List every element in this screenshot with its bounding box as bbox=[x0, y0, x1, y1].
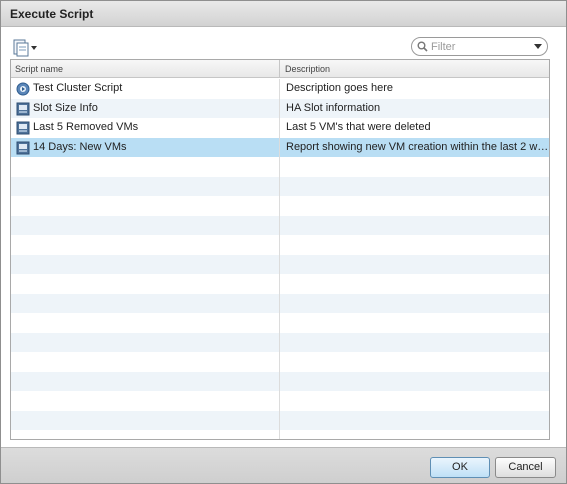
empty-table-row bbox=[11, 274, 549, 294]
script-name-cell: Slot Size Info bbox=[11, 98, 280, 118]
empty-cell bbox=[281, 157, 549, 177]
empty-table-row bbox=[11, 235, 549, 255]
empty-table-row bbox=[11, 430, 549, 439]
table-row[interactable]: Slot Size Info HA Slot information bbox=[11, 98, 549, 118]
empty-table-row bbox=[11, 410, 549, 431]
filter-search-box[interactable] bbox=[411, 37, 548, 56]
empty-cell bbox=[11, 352, 280, 372]
empty-cell bbox=[11, 371, 280, 391]
empty-table-row bbox=[11, 254, 549, 275]
script-add-icon bbox=[13, 39, 37, 57]
empty-table-row bbox=[11, 215, 549, 236]
empty-cell bbox=[281, 411, 549, 431]
empty-cell bbox=[281, 216, 549, 236]
description-cell: Description goes here bbox=[286, 82, 394, 94]
ok-button[interactable]: OK bbox=[430, 457, 490, 478]
new-script-menu-button[interactable] bbox=[12, 39, 40, 57]
empty-table-row bbox=[11, 313, 549, 333]
empty-cell bbox=[11, 254, 280, 274]
empty-cell bbox=[11, 293, 280, 313]
script-name-cell: Last 5 Removed VMs bbox=[11, 118, 280, 138]
empty-table-row bbox=[11, 157, 549, 177]
empty-cell bbox=[11, 157, 280, 177]
scripts-table: Script name Description Test Cluster Scr… bbox=[10, 59, 550, 440]
empty-cell bbox=[281, 352, 549, 372]
empty-cell bbox=[281, 274, 549, 294]
empty-cell bbox=[281, 196, 549, 216]
execute-script-dialog: Execute Script Script name Description T… bbox=[0, 0, 567, 484]
empty-table-row bbox=[11, 196, 549, 216]
table-row[interactable]: Last 5 Removed VMs Last 5 VM's that were … bbox=[11, 118, 549, 138]
empty-cell bbox=[281, 235, 549, 255]
table-body: Test Cluster Script Description goes here… bbox=[11, 79, 549, 439]
empty-cell bbox=[281, 177, 549, 197]
column-header-script-name[interactable]: Script name bbox=[11, 60, 280, 78]
empty-cell bbox=[281, 294, 549, 314]
empty-cell bbox=[281, 430, 549, 439]
empty-cell bbox=[11, 274, 280, 294]
table-header: Script name Description bbox=[11, 60, 549, 78]
empty-table-row bbox=[11, 293, 549, 314]
empty-cell bbox=[281, 255, 549, 275]
empty-cell bbox=[11, 410, 280, 430]
description-cell: Report showing new VM creation within th… bbox=[286, 140, 549, 153]
title-bar[interactable]: Execute Script bbox=[1, 1, 566, 27]
script-name-cell: Test Cluster Script bbox=[11, 79, 280, 99]
empty-cell bbox=[11, 332, 280, 352]
empty-table-row bbox=[11, 391, 549, 411]
description-cell: HA Slot information bbox=[286, 101, 381, 114]
chevron-down-icon[interactable] bbox=[534, 44, 542, 49]
script-name-cell: 14 Days: New VMs bbox=[11, 137, 280, 157]
empty-cell bbox=[11, 313, 280, 333]
empty-cell bbox=[11, 430, 280, 439]
search-icon bbox=[417, 41, 428, 52]
empty-cell bbox=[11, 235, 280, 255]
empty-cell bbox=[11, 196, 280, 216]
dialog-footer: OK Cancel bbox=[1, 447, 566, 483]
empty-cell bbox=[11, 215, 280, 235]
empty-cell bbox=[281, 391, 549, 411]
empty-cell bbox=[281, 372, 549, 392]
description-cell: Last 5 VM's that were deleted bbox=[286, 121, 431, 133]
filter-input[interactable] bbox=[431, 39, 527, 54]
empty-table-row bbox=[11, 332, 549, 353]
empty-cell bbox=[11, 176, 280, 196]
empty-table-row bbox=[11, 176, 549, 197]
dialog-title: Execute Script bbox=[10, 7, 94, 21]
table-row[interactable]: 14 Days: New VMs Report showing new VM cr… bbox=[11, 137, 549, 157]
table-row[interactable]: Test Cluster Script Description goes here bbox=[11, 79, 549, 99]
column-header-description[interactable]: Description bbox=[281, 60, 549, 78]
cancel-button[interactable]: Cancel bbox=[495, 457, 556, 478]
empty-table-row bbox=[11, 352, 549, 372]
empty-cell bbox=[11, 391, 280, 411]
empty-cell bbox=[281, 313, 549, 333]
empty-table-row bbox=[11, 371, 549, 392]
empty-cell bbox=[281, 333, 549, 353]
